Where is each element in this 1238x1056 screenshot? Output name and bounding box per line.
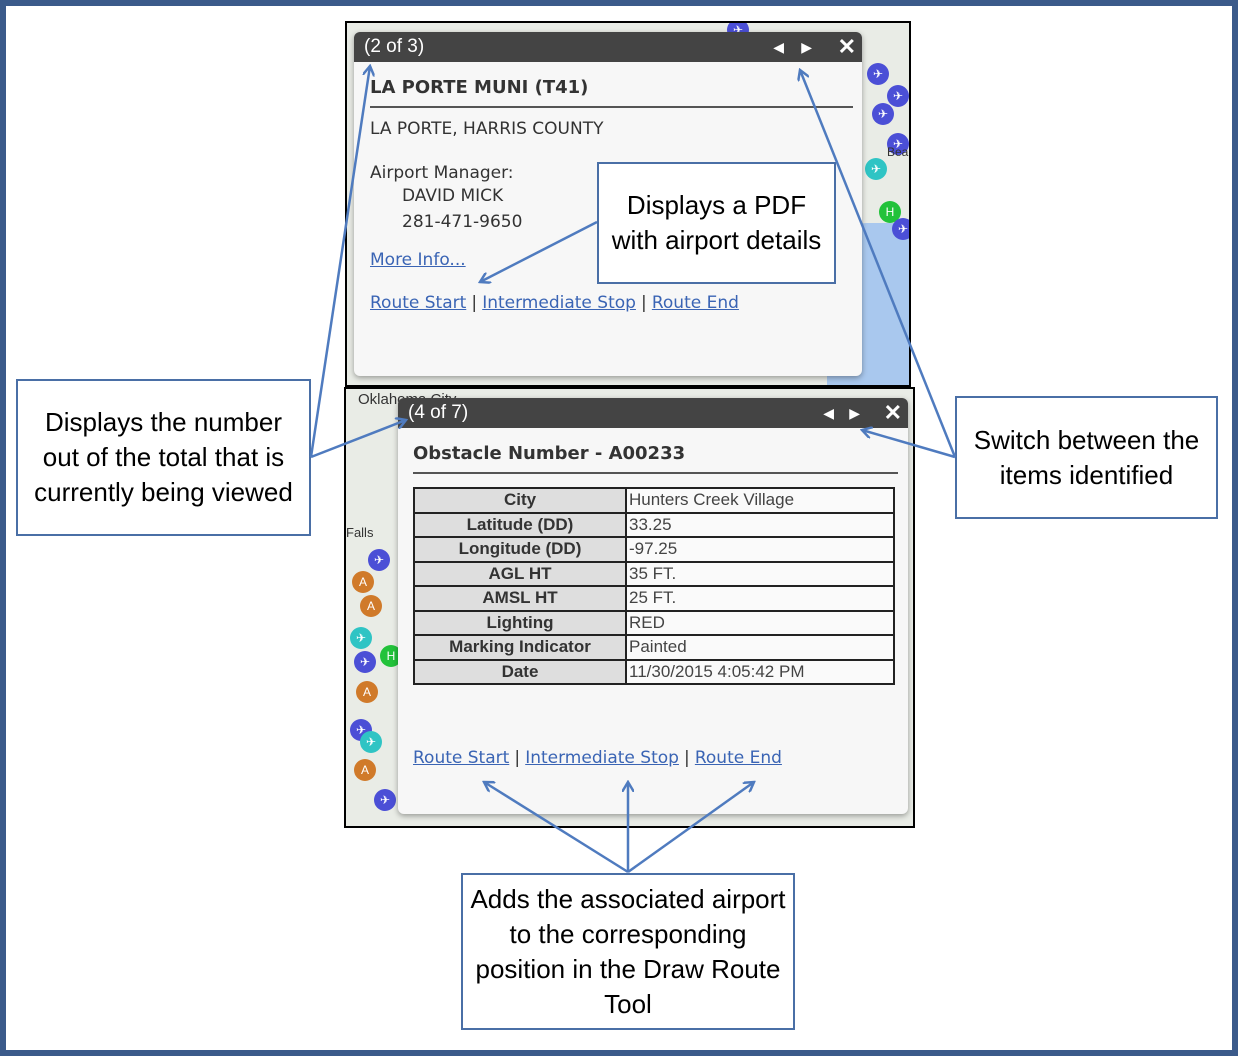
arrow	[310, 420, 406, 459]
arrow	[800, 70, 957, 458]
annotation-arrows	[309, 0, 957, 874]
arrow	[627, 782, 754, 874]
arrow	[309, 66, 370, 458]
arrow	[862, 430, 956, 459]
arrow	[480, 220, 598, 282]
arrow	[484, 782, 629, 874]
